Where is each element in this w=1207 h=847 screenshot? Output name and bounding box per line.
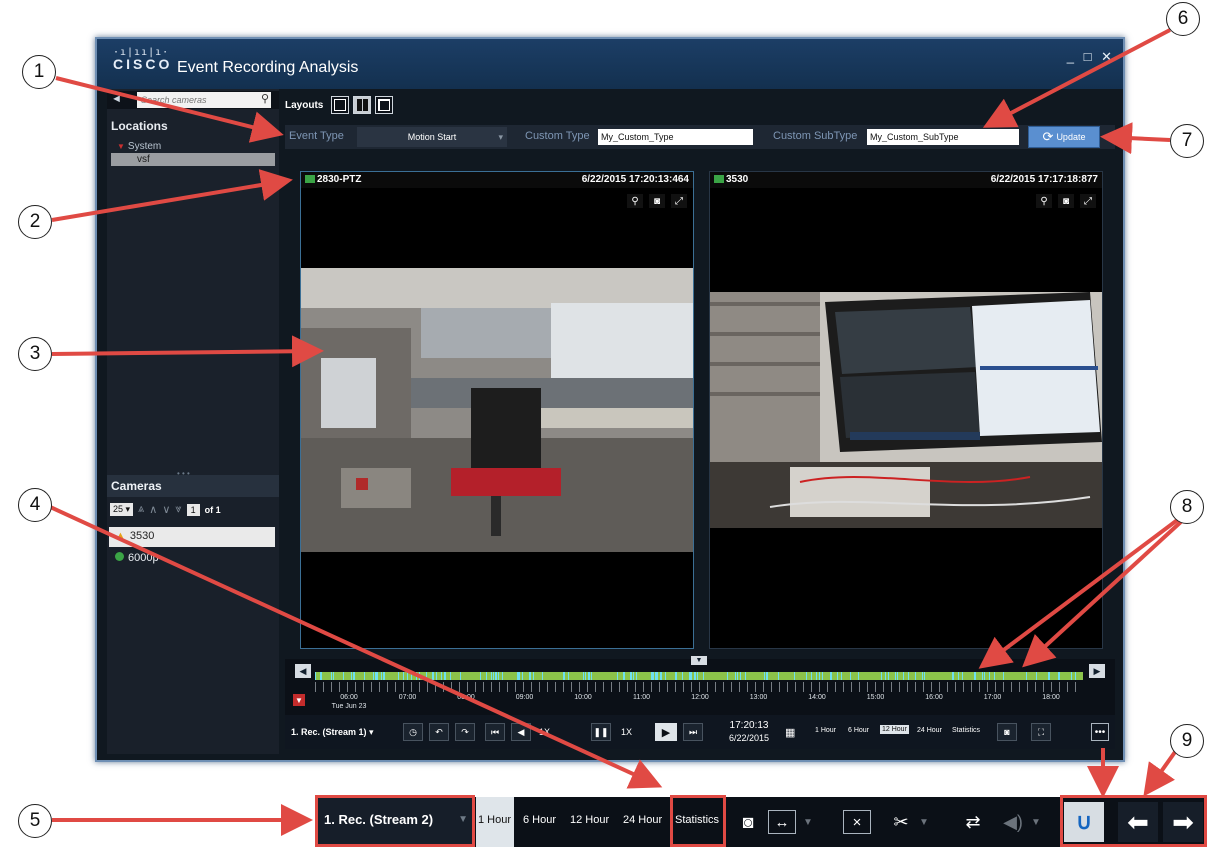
callout-6: 6 (1166, 2, 1200, 36)
arrow-1 (55, 76, 284, 143)
arrow-8b (1022, 518, 1185, 668)
arrow-3 (51, 335, 324, 368)
figure: ·ı|ıı|ı· CISCO Event Recording Analysis … (0, 0, 1207, 847)
callout-3: 3 (18, 337, 52, 371)
callout-2: 2 (18, 205, 52, 239)
arrow-2 (51, 169, 293, 222)
arrow-4 (47, 504, 663, 789)
arrow-7 (1100, 122, 1171, 155)
callout-4: 4 (18, 488, 52, 522)
callout-9: 9 (1170, 724, 1204, 758)
arrow-8a (978, 516, 1182, 669)
callout-1: 1 (22, 55, 56, 89)
callout-arrows (47, 28, 1185, 836)
callout-7: 7 (1170, 124, 1204, 158)
arrow-6 (982, 28, 1171, 128)
callout-8: 8 (1170, 490, 1204, 524)
arrow-9b (1143, 750, 1177, 797)
callout-5: 5 (18, 804, 52, 838)
